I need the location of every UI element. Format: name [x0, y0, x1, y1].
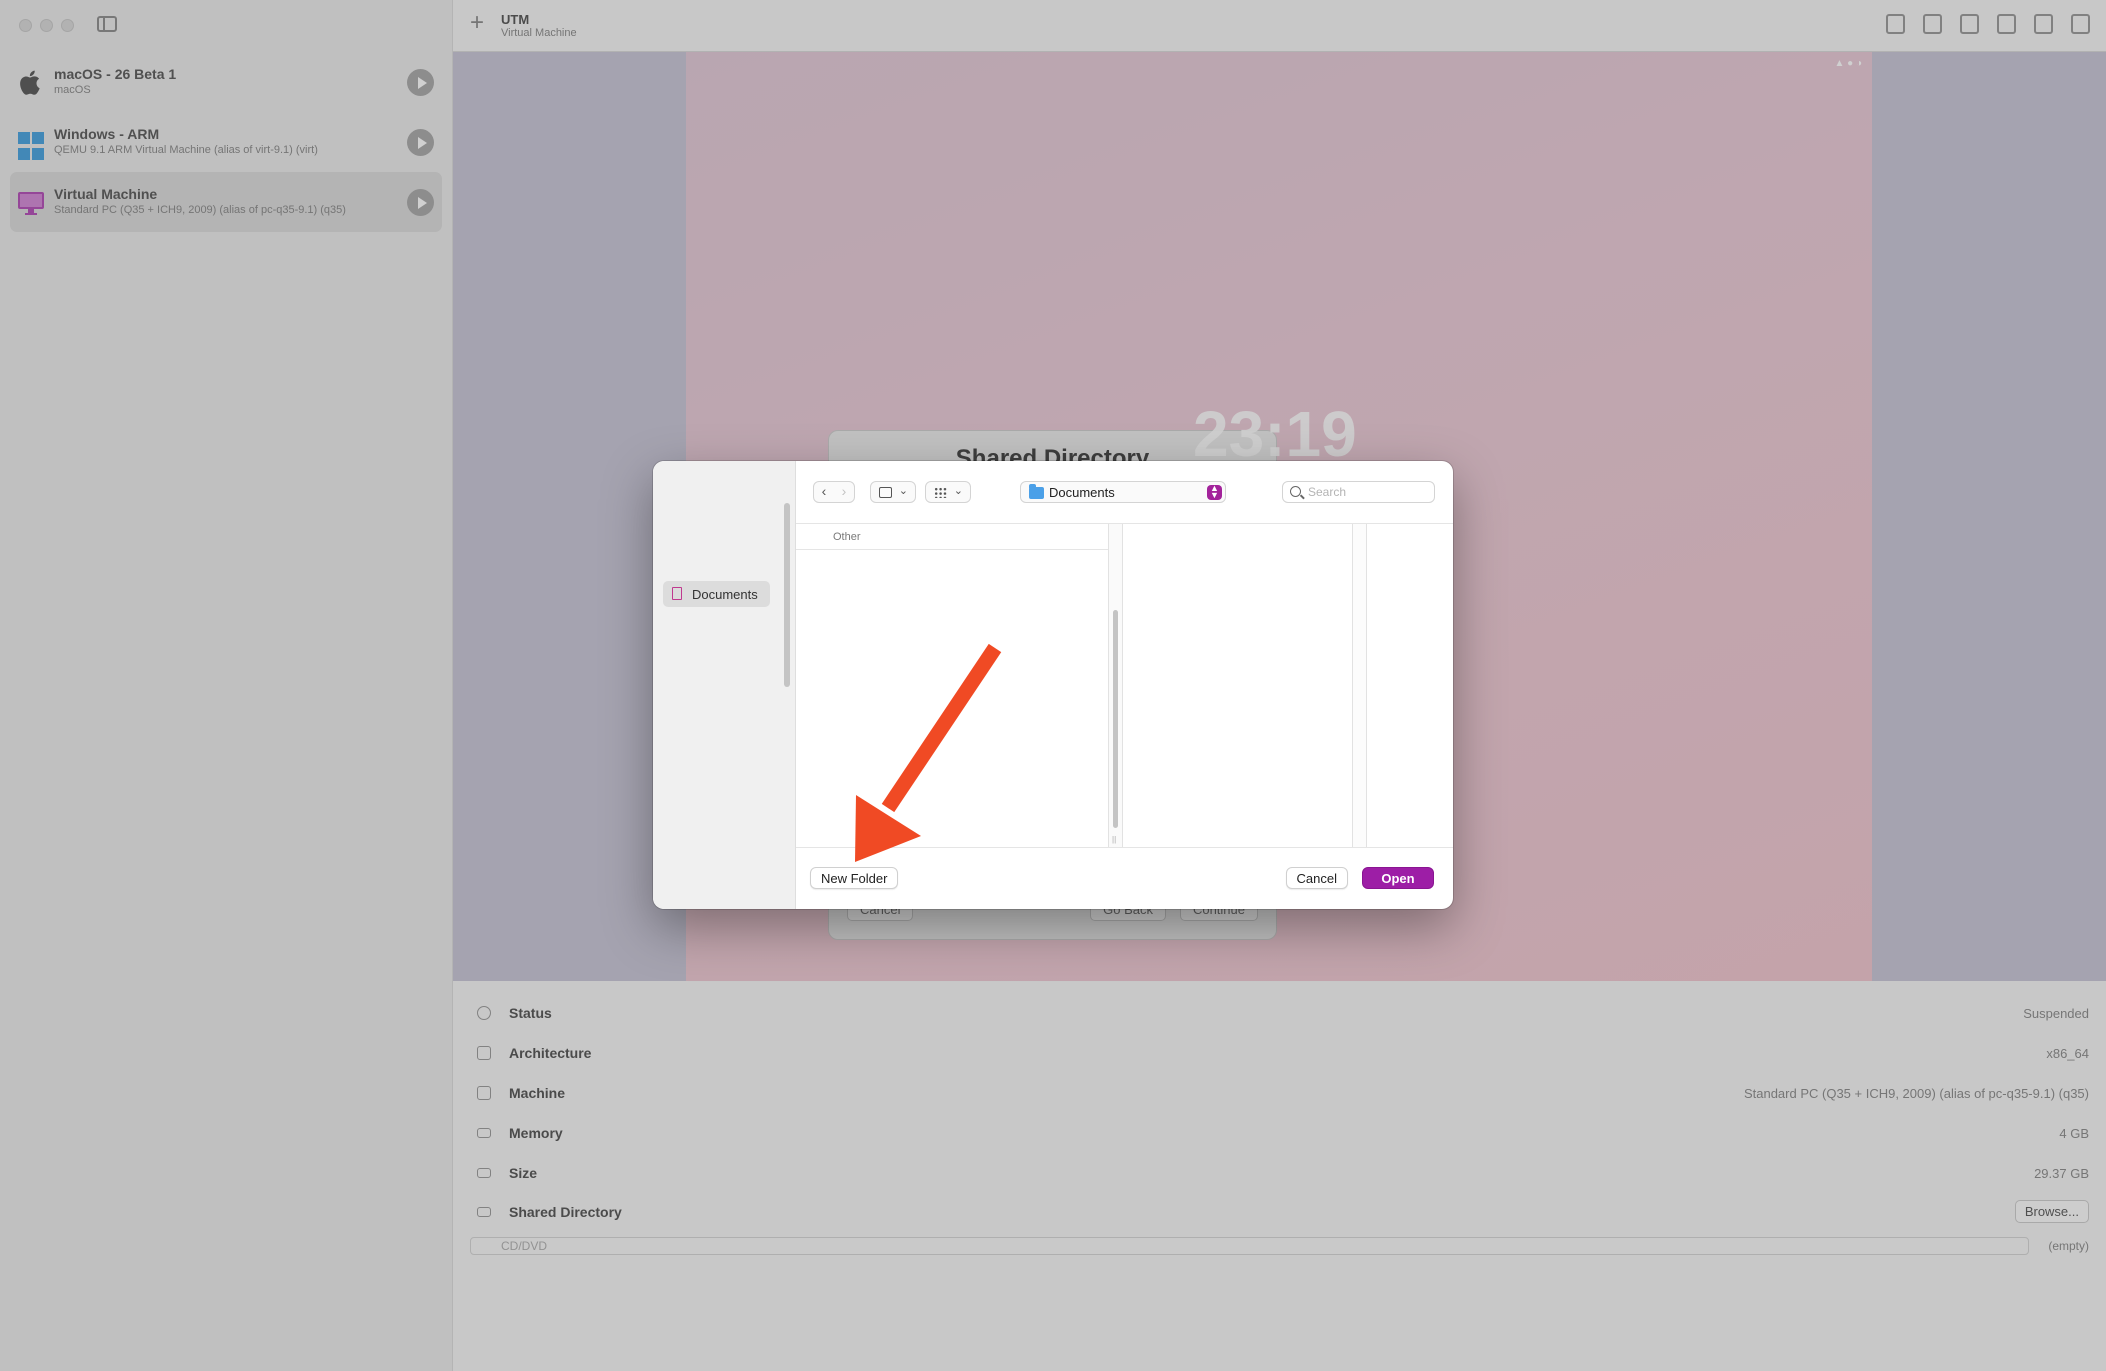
search-input[interactable]: [1308, 484, 1428, 500]
new-folder-button[interactable]: New Folder: [810, 867, 899, 889]
dialog-toolbar: ‹ › ⌄ ⌄ Documents ▲ ▼: [796, 461, 1453, 523]
column-header-label: Other: [833, 531, 861, 543]
column-resize-handle[interactable]: ||: [1112, 835, 1116, 844]
scroll-thumb[interactable]: [1113, 610, 1118, 828]
open-file-dialog: Documents ‹ › ⌄ ⌄ Documents ▲▼ Othe: [653, 461, 1453, 909]
browser-column-2[interactable]: [1123, 524, 1353, 847]
cancel-button[interactable]: Cancel: [1285, 867, 1348, 889]
dialog-sidebar: Documents: [653, 461, 796, 909]
folder-icon: [1029, 484, 1044, 499]
chevron-down-icon: ⌄: [898, 485, 908, 497]
updown-arrows-icon: ▲ ▼: [1207, 484, 1222, 500]
back-button[interactable]: ‹: [814, 482, 834, 502]
forward-button[interactable]: ›: [834, 482, 854, 502]
document-icon: [672, 587, 682, 600]
column-view-button[interactable]: ⌄: [870, 481, 916, 503]
search-icon: [1290, 486, 1301, 497]
chevron-down-icon: ⌄: [953, 485, 963, 497]
open-button[interactable]: Open: [1362, 867, 1434, 889]
file-browser: Other ||: [796, 523, 1453, 848]
search-field[interactable]: [1282, 481, 1435, 503]
column-scrollbar[interactable]: ||: [1109, 524, 1123, 847]
column-header: Other: [796, 524, 1108, 550]
back-forward-buttons: ‹ ›: [813, 481, 855, 503]
columns-icon: [879, 487, 892, 498]
location-label: Documents: [1049, 485, 1115, 500]
column-resize-handle-2[interactable]: [1353, 524, 1367, 847]
sidebar-scrollbar[interactable]: [784, 503, 790, 687]
dialog-footer: New Folder Cancel Open: [796, 848, 1453, 909]
browser-column-1[interactable]: Other: [796, 524, 1109, 847]
location-popup[interactable]: Documents ▲ ▼: [1020, 481, 1226, 503]
sidebar-item-documents[interactable]: Documents: [663, 581, 770, 607]
sidebar-item-label: Documents: [692, 587, 758, 602]
grid-icon: [934, 487, 947, 498]
grid-view-button[interactable]: ⌄: [925, 481, 971, 503]
